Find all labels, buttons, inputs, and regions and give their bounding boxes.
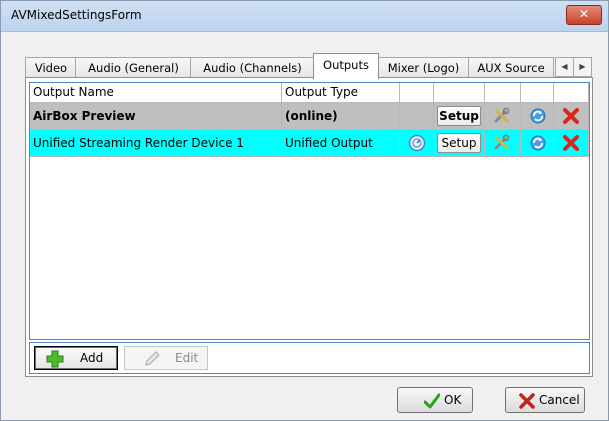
refresh-icon[interactable] xyxy=(529,134,547,152)
tab-label: Mixer (Logo) xyxy=(387,61,460,75)
status-cell xyxy=(400,103,434,130)
add-button-label: Add xyxy=(80,351,104,365)
add-button[interactable]: Add xyxy=(34,346,118,370)
refresh-icon[interactable] xyxy=(529,107,547,125)
tab-outputs[interactable]: Outputs xyxy=(313,53,379,79)
delete-icon[interactable] xyxy=(562,134,580,152)
column-header-output-name[interactable]: Output Name xyxy=(30,83,282,103)
settings-window: AVMixedSettingsForm ✕ Video Audio (Gener… xyxy=(0,0,609,421)
table-row[interactable]: AirBox Preview (online) Setup xyxy=(30,103,589,130)
tab-label: Outputs xyxy=(323,58,369,72)
table-row[interactable]: Unified Streaming Render Device 1 Unifie… xyxy=(30,130,589,157)
column-header-setup xyxy=(434,83,485,103)
tab-label: Audio (Channels) xyxy=(203,61,302,75)
delete-cell xyxy=(554,130,589,157)
column-header-status xyxy=(400,83,434,103)
tab-scroll-right-button[interactable]: ▶ xyxy=(573,57,592,77)
title-bar[interactable]: AVMixedSettingsForm ✕ xyxy=(1,1,608,32)
close-icon: ✕ xyxy=(578,7,590,21)
tab-label: Video xyxy=(34,61,68,75)
tab-strip: Video Audio (General) Audio (Channels) O… xyxy=(25,53,592,79)
setup-cell: Setup xyxy=(434,130,485,157)
ok-button[interactable]: OK xyxy=(397,387,473,413)
scroll-left-icon: ◀ xyxy=(561,62,568,71)
tab-aux-source[interactable]: AUX Source xyxy=(468,57,554,78)
cancel-x-icon xyxy=(519,393,535,409)
close-button[interactable]: ✕ xyxy=(566,5,602,25)
outputs-grid: Output Name Output Type AirBox Preview (… xyxy=(29,82,590,340)
delete-icon[interactable] xyxy=(562,107,580,125)
output-name-cell: Unified Streaming Render Device 1 xyxy=(30,130,282,157)
delete-cell xyxy=(554,103,589,130)
outputs-panel: Output Name Output Type AirBox Preview (… xyxy=(25,77,593,377)
tab-audio-channels[interactable]: Audio (Channels) xyxy=(190,57,315,78)
column-header-output-type[interactable]: Output Type xyxy=(282,83,400,103)
output-name-cell: AirBox Preview xyxy=(30,103,282,130)
tab-audio-general[interactable]: Audio (General) xyxy=(75,57,192,78)
refresh-cell xyxy=(521,130,554,157)
tab-video[interactable]: Video xyxy=(25,57,77,78)
window-title: AVMixedSettingsForm xyxy=(11,8,142,22)
setup-button[interactable]: Setup xyxy=(437,133,481,153)
output-type-cell: (online) xyxy=(282,103,400,130)
ok-button-label: OK xyxy=(444,393,462,407)
tab-mixer-logo[interactable]: Mixer (Logo) xyxy=(377,57,470,78)
status-cell xyxy=(400,130,434,157)
edit-button-label: Edit xyxy=(175,351,199,365)
pencil-icon xyxy=(145,351,160,366)
gauge-icon[interactable] xyxy=(408,134,426,152)
setup-button[interactable]: Setup xyxy=(437,106,481,126)
tab-label: AUX Source xyxy=(477,61,545,75)
tools-cell xyxy=(485,103,521,130)
action-bar: Add Edit xyxy=(29,342,590,374)
cancel-button[interactable]: Cancel xyxy=(505,387,585,413)
tools-icon[interactable] xyxy=(493,107,511,125)
add-icon xyxy=(46,350,64,368)
grid-header: Output Name Output Type xyxy=(30,83,589,103)
tools-icon[interactable] xyxy=(493,134,511,152)
edit-button[interactable]: Edit xyxy=(124,346,208,370)
column-header-delete xyxy=(554,83,589,103)
tab-label: Audio (General) xyxy=(88,61,179,75)
output-type-cell: Unified Output xyxy=(282,130,400,157)
tab-scroll-left-button[interactable]: ◀ xyxy=(555,57,574,77)
cancel-button-label: Cancel xyxy=(539,393,580,407)
column-header-tools xyxy=(485,83,521,103)
column-header-refresh xyxy=(521,83,554,103)
scroll-right-icon: ▶ xyxy=(579,62,586,71)
refresh-cell xyxy=(521,103,554,130)
checkmark-icon xyxy=(424,393,440,409)
tools-cell xyxy=(485,130,521,157)
setup-cell: Setup xyxy=(434,103,485,130)
